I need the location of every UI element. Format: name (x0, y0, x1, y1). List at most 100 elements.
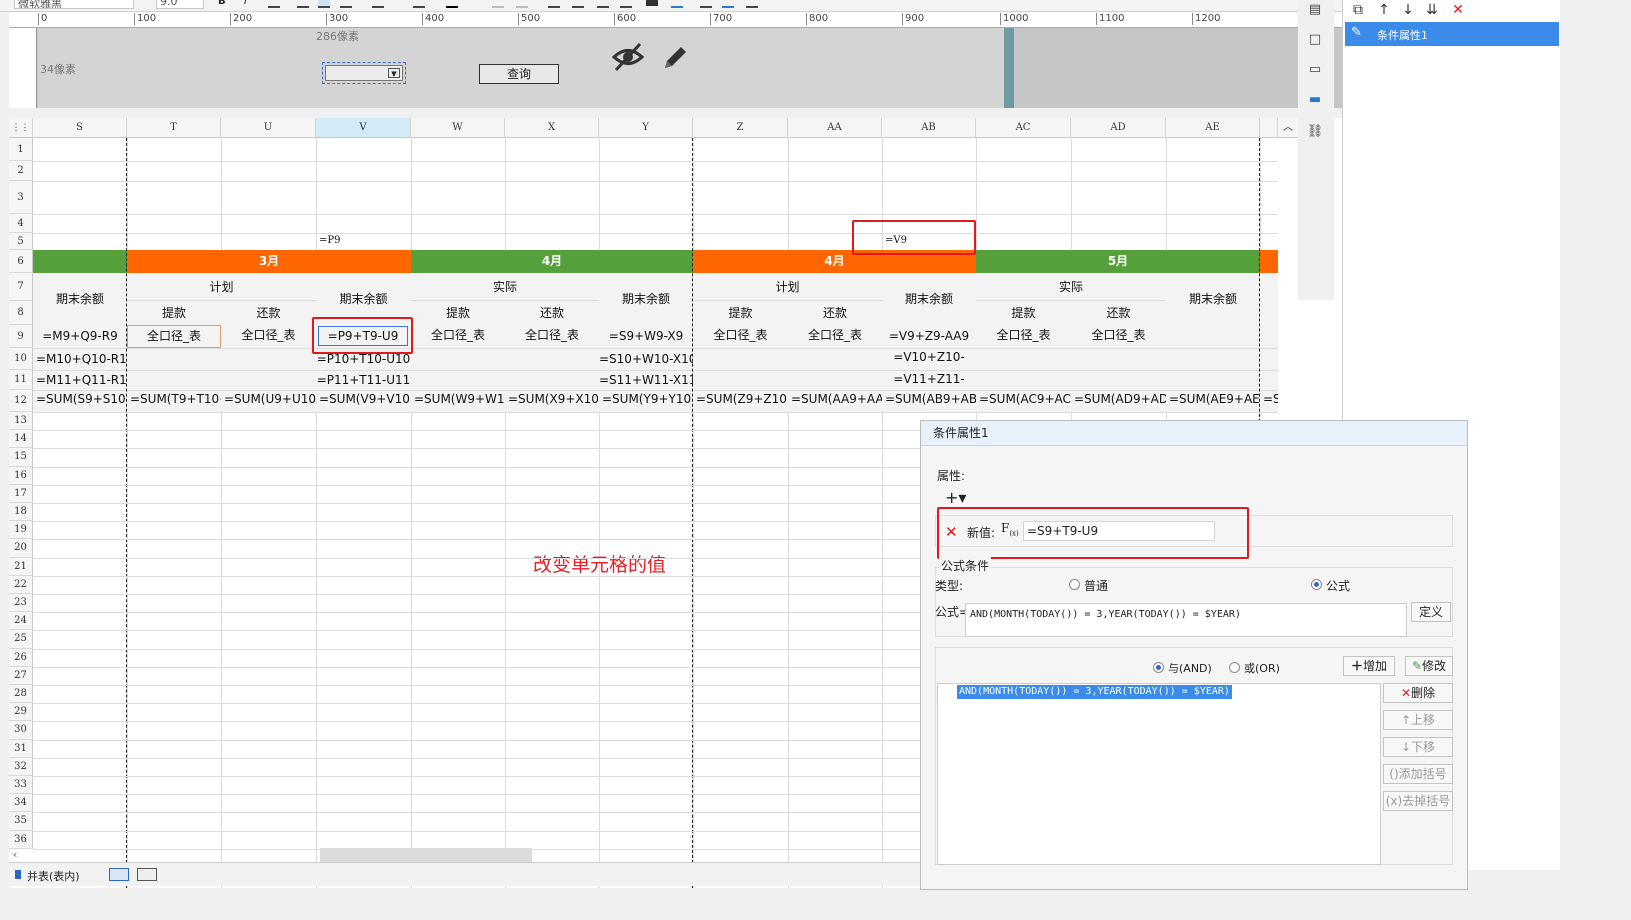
column-header[interactable]: AC (976, 118, 1071, 138)
row-header[interactable]: 26 (9, 648, 33, 667)
cell-v11[interactable]: =P11+T11-U11 (316, 370, 411, 390)
row-header[interactable]: 30 (9, 721, 33, 740)
cell-s10[interactable]: =M10+Q10-R10 (33, 348, 127, 370)
row-header[interactable]: 21 (9, 557, 33, 576)
row-header[interactable]: 31 (9, 739, 33, 758)
cell-w9[interactable]: 全口径_表 (411, 325, 505, 348)
wrap-icon[interactable] (597, 0, 609, 8)
add-sheet-icon[interactable] (109, 868, 129, 881)
cell-ad12[interactable]: =SUM(AD9+AD (1071, 390, 1166, 412)
modify-button[interactable]: ✎修改 (1405, 656, 1453, 676)
add-property-icon[interactable]: +▾ (945, 489, 971, 507)
row-header[interactable]: 9 (9, 325, 33, 348)
and-radio[interactable] (1153, 662, 1164, 673)
cell-withdraw[interactable]: 提款 (976, 301, 1071, 325)
delete-button[interactable]: ✕删除 (1383, 683, 1453, 703)
type-formula-radio[interactable] (1311, 579, 1322, 590)
slash-icon[interactable] (700, 0, 712, 8)
row-header[interactable]: 23 (9, 594, 33, 613)
font-color-icon[interactable] (446, 0, 458, 8)
month-header-april[interactable]: 4月 (411, 250, 693, 273)
cell-w12[interactable]: =SUM(W9+W10 (411, 390, 505, 412)
cell-withdraw[interactable]: 提款 (693, 301, 788, 325)
row-header[interactable]: 11 (9, 370, 33, 390)
formula-icon[interactable] (620, 0, 632, 8)
column-header[interactable]: AA (788, 118, 882, 138)
italic-icon[interactable]: I (244, 0, 256, 7)
horizontal-scrollbar-thumb[interactable] (320, 848, 532, 862)
parameter-pane-resize-bar[interactable] (1004, 28, 1014, 108)
row-header[interactable]: 3 (9, 181, 33, 214)
cell-plan[interactable]: 计划 (127, 273, 316, 301)
row-header[interactable]: 7 (9, 273, 33, 301)
chart-icon[interactable] (646, 0, 658, 6)
row-header[interactable]: 24 (9, 612, 33, 631)
cell-withdraw[interactable]: 提款 (127, 301, 221, 325)
formula-input[interactable]: AND(MONTH(TODAY()) = 3,YEAR(TODAY()) = $… (965, 603, 1407, 637)
cell-x9[interactable]: 全口径_表 (505, 325, 599, 348)
cell-v5[interactable]: =P9 (316, 235, 410, 250)
merge-icon[interactable] (492, 0, 504, 8)
cell-repay[interactable]: 还款 (1071, 301, 1166, 325)
row-header[interactable]: 8 (9, 301, 33, 325)
move-down-button[interactable]: ↓下移 (1383, 737, 1453, 757)
row-header[interactable]: 6 (9, 250, 33, 273)
column-header[interactable] (1260, 118, 1278, 138)
condition-list-item[interactable]: AND(MONTH(TODAY()) = 3,YEAR(TODAY()) = $… (957, 685, 1232, 699)
cell-ab9[interactable]: =V9+Z9-AA9 (882, 325, 976, 348)
scroll-up-icon[interactable]: ︿ (1278, 118, 1298, 138)
cell-repay[interactable]: 还款 (221, 301, 316, 325)
cell-x12[interactable]: =SUM(X9+X10+ (505, 390, 599, 412)
underline-icon[interactable] (268, 0, 280, 8)
cell-z9[interactable]: 全口径_表 (693, 325, 788, 348)
delete-icon[interactable]: ✕ (1449, 1, 1467, 19)
row-header[interactable]: 36 (9, 830, 33, 849)
cell-repay[interactable]: 还款 (505, 301, 599, 325)
column-header[interactable]: W (411, 118, 505, 138)
row-header[interactable]: 14 (9, 430, 33, 449)
edit-pencil-icon[interactable] (661, 42, 691, 72)
border-icon[interactable] (372, 0, 384, 8)
font-name-select[interactable]: 微软雅黑 (14, 0, 134, 9)
row-header[interactable]: 27 (9, 666, 33, 685)
align-left-icon[interactable] (297, 0, 309, 8)
column-header[interactable]: V (316, 118, 411, 138)
column-header[interactable]: Y (599, 118, 693, 138)
cell-af12[interactable]: =S (1260, 390, 1278, 412)
row-header[interactable]: 22 (9, 575, 33, 594)
month-header-may[interactable]: 5月 (976, 250, 1260, 273)
row-header[interactable]: 5 (9, 233, 33, 250)
sheet-tab[interactable]: 并表(表内) (27, 868, 80, 884)
row-header[interactable]: 13 (9, 412, 33, 431)
cell-ad9[interactable]: 全口径_表 (1071, 325, 1166, 348)
row-header[interactable]: 17 (9, 484, 33, 503)
scroll-left-icon[interactable]: ‹ (13, 848, 17, 861)
cell-attribute-icon[interactable]: ▤ (1306, 2, 1324, 18)
move-up-button[interactable]: ↑上移 (1383, 710, 1453, 730)
cell-plan[interactable]: 计划 (693, 273, 882, 301)
cell-u9[interactable]: 全口径_表 (221, 325, 316, 348)
cell-ab10[interactable]: =V10+Z10- (882, 348, 976, 370)
query-button[interactable]: 查询 (479, 64, 559, 84)
font-size-select[interactable]: 9.0 (156, 0, 204, 9)
cell-ab11[interactable]: =V11+Z11- (882, 370, 976, 390)
cell-ac12[interactable]: =SUM(AC9+AC (976, 390, 1071, 412)
cell-u12[interactable]: =SUM(U9+U10 (221, 390, 316, 412)
move-bottom-icon[interactable]: ⇊ (1423, 1, 1441, 19)
row-header[interactable]: 28 (9, 685, 33, 704)
hyperlink-icon[interactable]: ⛓ (1306, 124, 1324, 140)
cell-z12[interactable]: =SUM(Z9+Z10+ (693, 390, 788, 412)
row-header[interactable]: 29 (9, 703, 33, 722)
row-header[interactable]: 4 (9, 214, 33, 233)
cell-aa12[interactable]: =SUM(AA9+AA (788, 390, 882, 412)
column-header[interactable]: AD (1071, 118, 1166, 138)
move-down-arrow-icon[interactable]: ↓ (1399, 1, 1417, 19)
align-center-icon[interactable] (318, 0, 330, 8)
eye-hidden-icon[interactable] (611, 42, 645, 72)
cell-ending-balance[interactable]: 期末余额 (882, 273, 976, 325)
column-header[interactable]: U (221, 118, 316, 138)
type-normal-radio[interactable] (1069, 579, 1080, 590)
row-header[interactable]: 20 (9, 539, 33, 558)
cell-s9[interactable]: =M9+Q9-R9 (33, 325, 127, 348)
split-icon[interactable] (516, 0, 528, 8)
